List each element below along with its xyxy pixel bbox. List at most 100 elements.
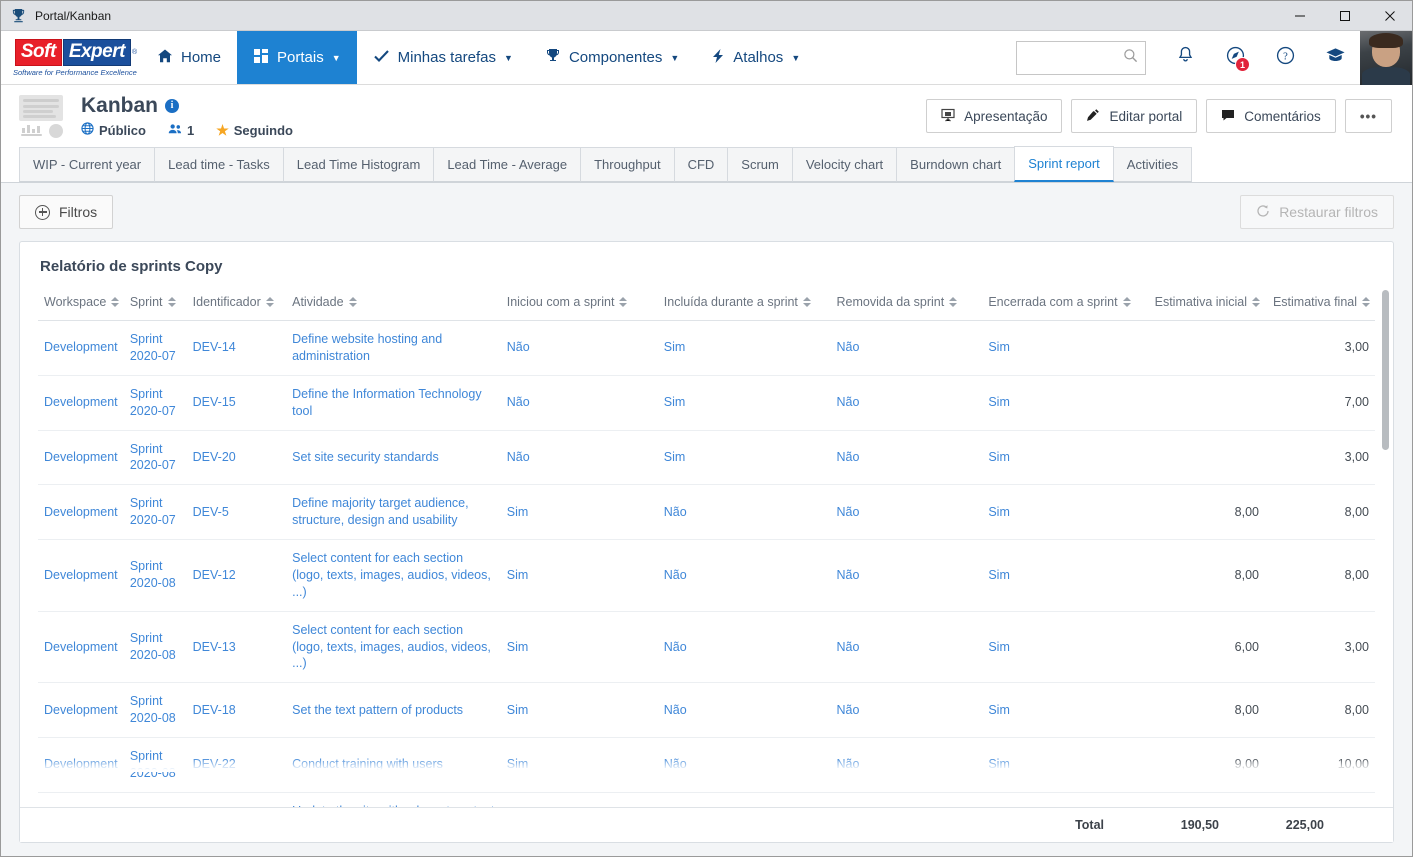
table-row[interactable]: Development Sprint 2020-07 DEV-5 Define maj… bbox=[38, 484, 1375, 540]
cell-sprint: Sprint 2020-07 bbox=[123, 484, 187, 540]
table-row[interactable]: Development Sprint 2020-07 DEV-15 Define th… bbox=[38, 375, 1375, 431]
academy-button[interactable] bbox=[1310, 31, 1360, 84]
table-row[interactable]: Development Sprint 2020-08 DEV-13 Select co… bbox=[38, 611, 1375, 684]
sort-icon[interactable] bbox=[1122, 296, 1131, 308]
tab-cfd[interactable]: CFD bbox=[673, 147, 729, 182]
cell-estimativa-final: 8,00 bbox=[1265, 539, 1375, 612]
minimize-button[interactable] bbox=[1277, 1, 1322, 31]
softexpert-logo[interactable]: Soft Expert ® Software for Performance E… bbox=[1, 31, 141, 84]
cell-atividade: Set site security standards bbox=[286, 430, 501, 486]
cell-estimativa-final: 7,00 bbox=[1265, 375, 1375, 431]
column-header-identificador[interactable]: Identificador bbox=[186, 289, 287, 321]
cell-identificador: DEV-13 bbox=[186, 611, 287, 684]
sort-icon[interactable] bbox=[802, 296, 811, 308]
more-options-button[interactable]: ••• bbox=[1344, 99, 1392, 133]
total-estimativa-final: 225,00 bbox=[1285, 818, 1324, 832]
global-search[interactable] bbox=[1016, 40, 1146, 75]
column-label: Estimativa inicial bbox=[1154, 295, 1248, 309]
portal-following-label: Seguindo bbox=[233, 122, 293, 138]
cell-identificador: DEV-14 bbox=[186, 320, 287, 376]
table-vertical-scrollbar[interactable] bbox=[1382, 282, 1389, 752]
column-header-iniciou-com-a-sprint[interactable]: Iniciou com a sprint bbox=[500, 289, 658, 321]
lightning-icon bbox=[711, 48, 725, 68]
help-icon: ? bbox=[1275, 45, 1296, 71]
notifications-button[interactable] bbox=[1160, 31, 1210, 84]
tab-wip-current-year[interactable]: WIP - Current year bbox=[19, 147, 156, 182]
info-icon[interactable]: i bbox=[165, 98, 180, 113]
scrollbar-thumb[interactable] bbox=[1382, 290, 1389, 450]
cell-identificador: DEV-20 bbox=[186, 430, 287, 486]
tab-burndown-chart[interactable]: Burndown chart bbox=[896, 147, 1016, 182]
column-header-estimativa-inicial[interactable]: Estimativa inicial bbox=[1144, 289, 1266, 321]
table-row[interactable]: DevelopmentSprint 2020-08DEV-23Update th… bbox=[38, 792, 1375, 807]
report-table-scroll-area[interactable]: Workspace Sprint Identificador Atividade… bbox=[20, 289, 1393, 807]
avatar[interactable] bbox=[1360, 31, 1412, 85]
table-row[interactable]: Development Sprint 2020-08 DEV-18 Set the t… bbox=[38, 682, 1375, 738]
table-row[interactable]: Development Sprint 2020-07 DEV-20 Set site … bbox=[38, 430, 1375, 486]
tab-throughput[interactable]: Throughput bbox=[580, 147, 675, 182]
trophy-icon bbox=[5, 1, 31, 31]
help-button[interactable]: ? bbox=[1260, 31, 1310, 84]
column-header-workspace[interactable]: Workspace bbox=[38, 289, 124, 321]
nav-item-home-label: Home bbox=[181, 49, 222, 66]
filters-button[interactable]: Filtros bbox=[19, 195, 114, 229]
comments-button[interactable]: Comentários bbox=[1206, 99, 1336, 133]
column-header-removida-da-sprint[interactable]: Removida da sprint bbox=[830, 289, 983, 321]
sort-icon[interactable] bbox=[348, 296, 357, 308]
cell-estimativa-final: 3,00 bbox=[1265, 430, 1375, 486]
tab-activities[interactable]: Activities bbox=[1112, 147, 1193, 182]
cell-sprint: Sprint 2020-08 bbox=[123, 611, 187, 684]
cell-sprint: Sprint 2020-07 bbox=[123, 430, 187, 486]
maximize-button[interactable] bbox=[1322, 1, 1367, 31]
nav-item-componentes-label: Componentes bbox=[568, 49, 663, 66]
sort-icon[interactable] bbox=[949, 296, 958, 308]
tab-lead-time-average[interactable]: Lead Time - Average bbox=[433, 147, 582, 182]
portal-following[interactable]: ★ Seguindo bbox=[216, 122, 293, 139]
nav-item-minhas-tarefas[interactable]: Minhas tarefas ▼ bbox=[357, 31, 529, 84]
filters-button-label: Filtros bbox=[59, 204, 98, 220]
sort-icon[interactable] bbox=[167, 296, 176, 308]
column-header-atividade[interactable]: Atividade bbox=[286, 289, 501, 321]
nav-item-atalhos[interactable]: Atalhos ▼ bbox=[695, 31, 816, 84]
column-header-sprint[interactable]: Sprint bbox=[123, 289, 187, 321]
restore-filters-label: Restaurar filtros bbox=[1279, 204, 1378, 220]
table-row[interactable]: Development Sprint 2020-07 DEV-14 Define we… bbox=[38, 320, 1375, 376]
sort-icon[interactable] bbox=[619, 296, 628, 308]
sort-icon[interactable] bbox=[265, 296, 274, 308]
portal-visibility: Público bbox=[81, 122, 146, 138]
column-header-estimativa-final[interactable]: Estimativa final bbox=[1265, 289, 1375, 321]
tab-lead-time-histogram[interactable]: Lead Time Histogram bbox=[282, 147, 435, 182]
tab-velocity-chart[interactable]: Velocity chart bbox=[791, 147, 898, 182]
table-row[interactable]: Development Sprint 2020-08 DEV-22 Conduct t… bbox=[38, 737, 1375, 793]
sort-icon[interactable] bbox=[1252, 296, 1261, 308]
cell-incluida-durante-a-sprint: Sim bbox=[657, 430, 831, 486]
nav-item-componentes[interactable]: Componentes ▼ bbox=[529, 31, 695, 84]
cell-iniciou-com-a-sprint: Não bbox=[500, 320, 658, 376]
table-row[interactable]: Development Sprint 2020-08 DEV-12 Select co… bbox=[38, 539, 1375, 612]
cell-estimativa-final: 3,00 bbox=[1265, 320, 1375, 376]
check-icon bbox=[373, 48, 390, 68]
column-header-encerrada-com-a-sprint[interactable]: Encerrada com a sprint bbox=[982, 289, 1145, 321]
column-label: Workspace bbox=[44, 295, 107, 309]
presentation-button[interactable]: Apresentação bbox=[926, 99, 1063, 133]
sort-icon[interactable] bbox=[111, 296, 120, 308]
avatar-body bbox=[1362, 67, 1410, 85]
window-titlebar: Portal/Kanban bbox=[1, 1, 1412, 31]
tab-lead-time-tasks[interactable]: Lead time - Tasks bbox=[154, 147, 284, 182]
nav-item-home[interactable]: Home bbox=[141, 31, 237, 84]
tab-sprint-report[interactable]: Sprint report bbox=[1014, 146, 1114, 182]
cell-atividade: Update the site with relevant content ac… bbox=[286, 792, 501, 807]
close-button[interactable] bbox=[1367, 1, 1412, 31]
column-header-incluida-durante-a-sprint[interactable]: Incluída durante a sprint bbox=[657, 289, 831, 321]
nav-item-portais[interactable]: Portais ▼ bbox=[237, 31, 357, 84]
presentation-icon bbox=[941, 108, 955, 125]
sort-icon[interactable] bbox=[1362, 296, 1370, 308]
cell-workspace: Development bbox=[38, 611, 124, 684]
edit-portal-button[interactable]: Editar portal bbox=[1071, 99, 1198, 133]
alerts-button[interactable]: 1 bbox=[1210, 31, 1260, 84]
cell-identificador: DEV-5 bbox=[186, 484, 287, 540]
column-label: Sprint bbox=[129, 295, 163, 309]
cell-estimativa-inicial: 9,00 bbox=[1144, 737, 1266, 793]
tab-scrum[interactable]: Scrum bbox=[727, 147, 793, 182]
restore-filters-button[interactable]: Restaurar filtros bbox=[1240, 195, 1394, 229]
